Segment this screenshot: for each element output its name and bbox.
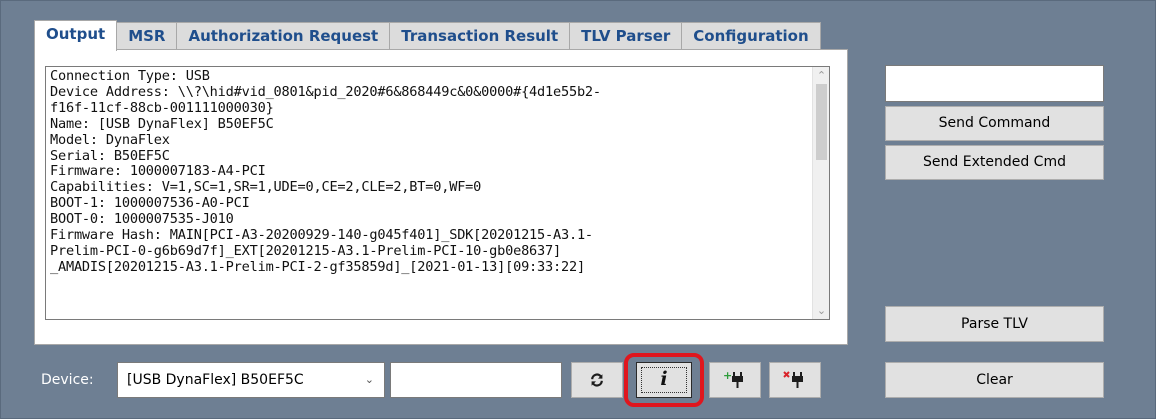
send-command-button[interactable]: Send Command — [885, 106, 1104, 141]
vertical-scrollbar[interactable]: ⌃ ⌄ — [812, 67, 829, 319]
svg-text:+: + — [723, 370, 732, 382]
tab-authorization-request[interactable]: Authorization Request — [176, 22, 391, 50]
output-panel: Connection Type: USB Device Address: \\?\… — [34, 49, 848, 345]
send-extended-cmd-button[interactable]: Send Extended Cmd — [885, 145, 1104, 180]
device-label: Device: — [41, 372, 94, 388]
output-line: BOOT-0: 1000007535-J010 — [50, 211, 234, 228]
app-window: Output MSR Authorization Request Transac… — [0, 0, 1156, 419]
scroll-down-icon[interactable]: ⌄ — [813, 302, 829, 319]
disconnect-plug-icon — [783, 371, 803, 388]
device-select[interactable]: [USB DynaFlex] B50EF5C ⌄ — [117, 362, 385, 398]
command-input[interactable] — [885, 65, 1104, 102]
output-line: f16f-11cf-88cb-001111000030} — [50, 99, 274, 116]
tab-tlv-parser[interactable]: TLV Parser — [569, 22, 683, 50]
scroll-thumb[interactable] — [816, 84, 827, 160]
chevron-down-icon: ⌄ — [364, 373, 374, 386]
output-line: Prelim-PCI-0-g6b69d7f]_EXT[20201215-A3.1… — [50, 242, 561, 259]
tab-strip: Output MSR Authorization Request Transac… — [34, 20, 821, 51]
output-line: Firmware: 1000007183-A4-PCI — [50, 163, 266, 180]
output-line: Firmware Hash: MAIN[PCI-A3-20200929-140-… — [50, 227, 593, 244]
refresh-icon — [591, 373, 603, 387]
tab-msr[interactable]: MSR — [116, 22, 178, 50]
scroll-up-icon[interactable]: ⌃ — [813, 67, 829, 84]
output-line: Capabilities: V=1,SC=1,SR=1,UDE=0,CE=2,C… — [50, 179, 482, 196]
tab-output[interactable]: Output — [34, 20, 118, 51]
clear-button[interactable]: Clear — [885, 362, 1104, 398]
parse-tlv-button[interactable]: Parse TLV — [885, 306, 1104, 342]
tab-configuration[interactable]: Configuration — [681, 22, 821, 50]
device-select-value: [USB DynaFlex] B50EF5C — [127, 372, 304, 388]
output-line: Device Address: \\?\hid#vid_0801&pid_202… — [50, 83, 601, 100]
disconnect-button[interactable] — [769, 362, 821, 398]
tab-transaction-result[interactable]: Transaction Result — [389, 22, 571, 50]
info-button-highlight — [624, 353, 704, 407]
output-line: _AMADIS[20201215-A3.1-Prelim-PCI-2-gf358… — [50, 258, 585, 275]
connect-plug-icon: + — [723, 370, 743, 388]
output-text: Connection Type: USB Device Address: \\?\… — [50, 68, 802, 276]
output-line: Model: DynaFlex — [50, 131, 170, 148]
output-line: Serial: B50EF5C — [50, 147, 170, 164]
output-line: Connection Type: USB — [50, 68, 210, 84]
refresh-button[interactable] — [571, 362, 623, 398]
output-line: Name: [USB DynaFlex] B50EF5C — [50, 115, 274, 132]
output-line: BOOT-1: 1000007536-A0-PCI — [50, 195, 250, 212]
device-extra-input[interactable] — [390, 362, 562, 398]
output-textbox[interactable]: Connection Type: USB Device Address: \\?\… — [45, 66, 830, 320]
connect-button[interactable]: + — [709, 362, 761, 398]
